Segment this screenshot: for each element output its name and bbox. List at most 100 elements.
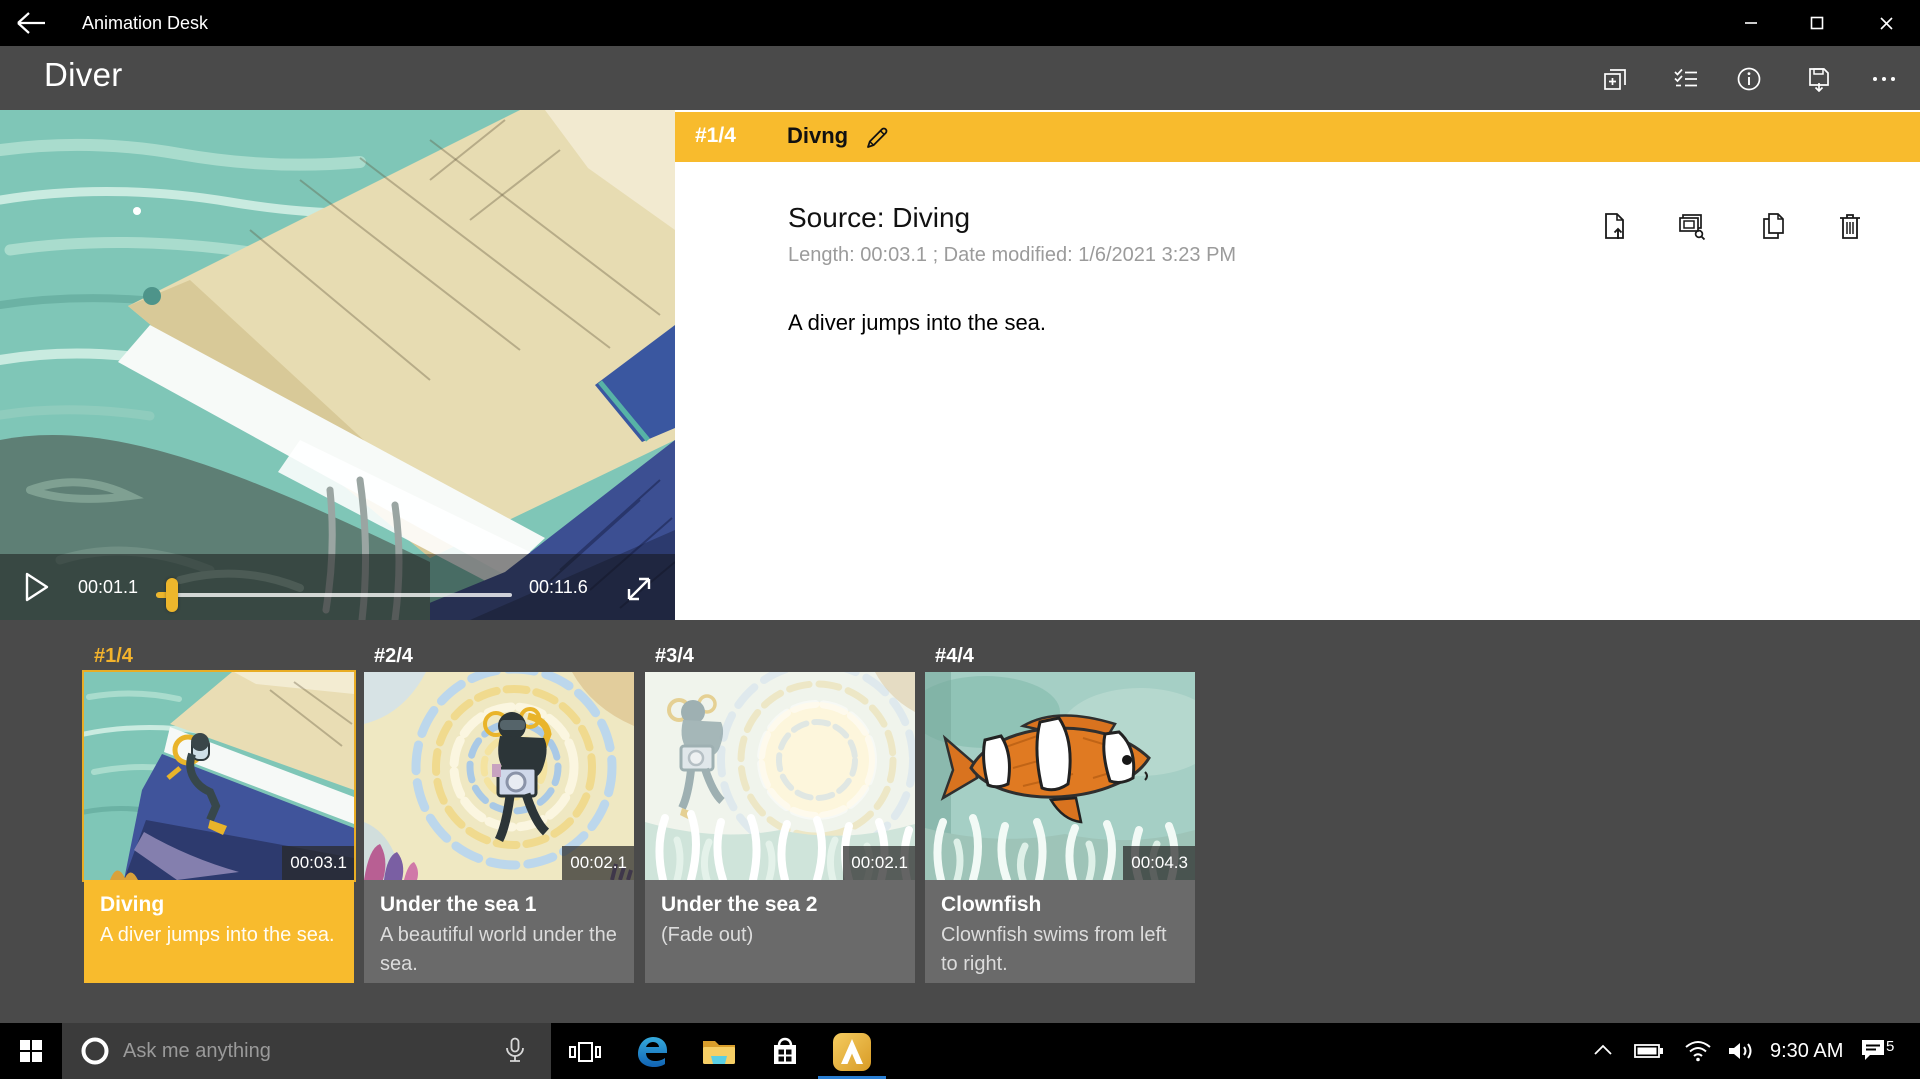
add-scene-button[interactable]	[1602, 66, 1628, 92]
back-button[interactable]	[14, 9, 50, 37]
file-explorer-icon	[701, 1037, 737, 1067]
scene-duration: 00:04.3	[1131, 853, 1188, 873]
scene-header: #1/4 Divng	[675, 112, 1920, 162]
scene-index-label: #3/4	[655, 645, 694, 668]
play-icon	[24, 572, 50, 602]
edge-button[interactable]	[628, 1029, 676, 1075]
duplicate-icon	[1758, 210, 1790, 242]
scene-name: Divng	[787, 123, 848, 149]
scene-preview[interactable]: 00:01.1 00:11.6	[0, 110, 675, 620]
chevron-up-icon	[1590, 1039, 1616, 1063]
scene-filmstrip: #1/4	[0, 620, 1920, 1023]
share-scene-button[interactable]	[1599, 210, 1631, 242]
app-title: Animation Desk	[82, 13, 208, 34]
source-title: Source: Diving	[788, 202, 970, 234]
more-icon	[1871, 66, 1897, 92]
playhead[interactable]	[166, 578, 178, 612]
store-icon	[768, 1035, 802, 1069]
title-bar: Animation Desk	[0, 0, 1920, 46]
pencil-icon	[863, 124, 891, 152]
fullscreen-button[interactable]	[622, 572, 656, 606]
close-icon	[1879, 16, 1894, 31]
search-input[interactable]: Ask me anything	[62, 1023, 551, 1079]
preview-scenes-button[interactable]	[1675, 210, 1707, 242]
animation-desk-icon	[832, 1032, 872, 1072]
task-view-icon	[568, 1039, 602, 1065]
play-button[interactable]	[24, 572, 52, 602]
preview-scenes-icon	[1675, 210, 1707, 242]
minimize-icon	[1744, 16, 1758, 30]
delete-scene-button[interactable]	[1834, 210, 1866, 242]
scene-list-button[interactable]	[1673, 66, 1699, 92]
more-button[interactable]	[1871, 66, 1897, 92]
delete-icon	[1834, 210, 1866, 242]
back-arrow-icon	[14, 9, 50, 37]
maximize-button[interactable]	[1789, 0, 1845, 46]
wifi-icon	[1684, 1039, 1712, 1063]
start-button[interactable]	[0, 1023, 62, 1079]
task-view-button[interactable]	[561, 1029, 609, 1075]
scene-description: Clownfish swims from left to right.	[941, 921, 1179, 979]
volume-icon	[1726, 1039, 1756, 1063]
scene-card-body[interactable]: Clownfish Clownfish swims from left to r…	[925, 880, 1195, 983]
export-icon	[1806, 66, 1832, 92]
seek-track[interactable]	[156, 593, 512, 597]
animation-desk-button[interactable]	[828, 1029, 876, 1075]
scene-thumbnail[interactable]: 00:03.1	[84, 672, 354, 880]
preview-artwork	[0, 110, 675, 620]
export-button[interactable]	[1806, 66, 1832, 92]
scene-index-label: #1/4	[94, 645, 133, 668]
scene-title: Under the sea 1	[380, 892, 618, 917]
scene-duration-badge: 00:02.1	[843, 846, 915, 880]
battery-button[interactable]	[1634, 1039, 1664, 1063]
taskbar: Ask me anything	[0, 1023, 1920, 1079]
action-center-icon	[1858, 1036, 1888, 1066]
scene-title: Under the sea 2	[661, 892, 899, 917]
scene-duration: 00:02.1	[851, 853, 908, 873]
scene-detail-panel: #1/4 Divng Source: Diving Length: 00:03.…	[675, 110, 1920, 620]
minimize-button[interactable]	[1723, 0, 1779, 46]
file-explorer-button[interactable]	[695, 1029, 743, 1075]
close-button[interactable]	[1858, 0, 1914, 46]
microphone-button[interactable]	[502, 1037, 532, 1065]
source-meta: Length: 00:03.1 ; Date modified: 1/6/202…	[788, 244, 1236, 267]
taskbar-clock[interactable]: 9:30 AM	[1770, 1040, 1843, 1063]
search-placeholder: Ask me anything	[123, 1040, 271, 1063]
scene-description: A diver jumps into the sea.	[788, 310, 1046, 336]
tray-chevron-button[interactable]	[1590, 1039, 1616, 1063]
scene-description: (Fade out)	[661, 921, 899, 950]
add-scene-icon	[1602, 66, 1628, 92]
microphone-icon	[502, 1037, 528, 1065]
scene-index-label: #1/4	[695, 124, 736, 148]
share-scene-icon	[1599, 210, 1631, 242]
volume-button[interactable]	[1726, 1039, 1756, 1063]
scene-title: Clownfish	[941, 892, 1179, 917]
scene-description: A beautiful world under the sea.	[380, 921, 618, 979]
total-time: 00:11.6	[529, 577, 588, 598]
duplicate-scene-button[interactable]	[1758, 210, 1790, 242]
scene-thumbnail[interactable]: 00:04.3	[925, 672, 1195, 880]
info-button[interactable]	[1736, 66, 1762, 92]
scene-thumbnail[interactable]: 00:02.1	[364, 672, 634, 880]
scene-duration: 00:03.1	[290, 853, 347, 873]
scene-list-icon	[1673, 66, 1699, 92]
scene-card-body[interactable]: Diving A diver jumps into the sea.	[84, 880, 354, 983]
scene-card-body[interactable]: Under the sea 2 (Fade out)	[645, 880, 915, 983]
expand-icon	[622, 572, 656, 606]
store-button[interactable]	[761, 1029, 809, 1075]
wifi-button[interactable]	[1684, 1039, 1712, 1063]
animation-desk-window: Animation Desk Diver	[0, 0, 1920, 1079]
windows-logo-icon	[19, 1039, 43, 1063]
rename-scene-button[interactable]	[863, 124, 891, 152]
scene-index-label: #4/4	[935, 645, 974, 668]
scene-description: A diver jumps into the sea.	[100, 921, 338, 950]
scene-thumbnail[interactable]: 00:02.1	[645, 672, 915, 880]
battery-icon	[1634, 1039, 1664, 1063]
action-center-button[interactable]	[1858, 1036, 1888, 1066]
edge-icon	[634, 1034, 670, 1070]
scene-index-label: #2/4	[374, 645, 413, 668]
scene-duration-badge: 00:03.1	[282, 846, 354, 880]
scene-duration-badge: 00:04.3	[1123, 846, 1195, 880]
cortana-icon	[80, 1036, 110, 1066]
scene-card-body[interactable]: Under the sea 1 A beautiful world under …	[364, 880, 634, 983]
